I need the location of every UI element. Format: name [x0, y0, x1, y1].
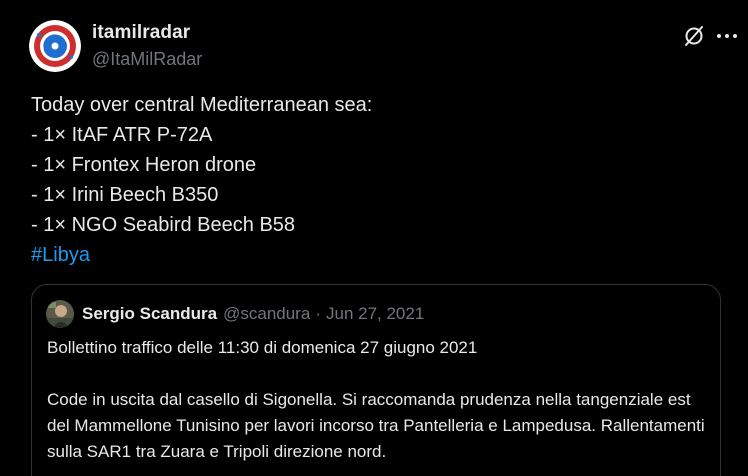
tweet-card[interactable]: itamilradar @ItaMilRadar Today over cent…: [0, 0, 748, 476]
quoted-tweet-date[interactable]: Jun 27, 2021: [326, 304, 424, 324]
tweet-line: - 1× NGO Seabird Beech B58: [31, 214, 296, 236]
roundel-logo: [29, 20, 81, 72]
quoted-author-handle[interactable]: @scandura: [223, 304, 310, 324]
more-options-button[interactable]: [713, 24, 741, 48]
grok-button[interactable]: [682, 24, 706, 48]
tweet-line: - 1× Irini Beech B350: [31, 184, 219, 206]
more-icon: [717, 34, 737, 38]
tweet-line: Today over central Mediterranean sea:: [31, 94, 373, 116]
tweet-body: Today over central Mediterranean sea: - …: [31, 90, 721, 270]
quoted-tweet-header: Sergio Scandura @scandura · Jun 27, 2021: [46, 300, 424, 328]
quoted-paragraph: Code in uscita dal casello di Sigonella.…: [47, 390, 705, 461]
quoted-paragraph: Bollettino traffico delle 11:30 di domen…: [47, 338, 478, 357]
quoted-author-avatar[interactable]: [46, 300, 74, 328]
quoted-author-name[interactable]: Sergio Scandura: [82, 304, 217, 324]
grok-icon: [685, 26, 703, 46]
separator-dot: ·: [315, 304, 321, 323]
author-display-name[interactable]: itamilradar: [92, 21, 202, 45]
author-handle[interactable]: @ItaMilRadar: [92, 47, 202, 71]
avatar-photo: [46, 300, 74, 328]
author-header: itamilradar @ItaMilRadar: [92, 21, 202, 71]
quoted-tweet-body: Bollettino traffico delle 11:30 di domen…: [47, 335, 712, 465]
hashtag-link[interactable]: #Libya: [31, 240, 721, 270]
quoted-tweet[interactable]: Sergio Scandura @scandura · Jun 27, 2021…: [31, 284, 721, 476]
author-avatar[interactable]: [29, 20, 81, 72]
tweet-line: - 1× ItAF ATR P-72A: [31, 124, 213, 146]
tweet-line: - 1× Frontex Heron drone: [31, 154, 257, 176]
